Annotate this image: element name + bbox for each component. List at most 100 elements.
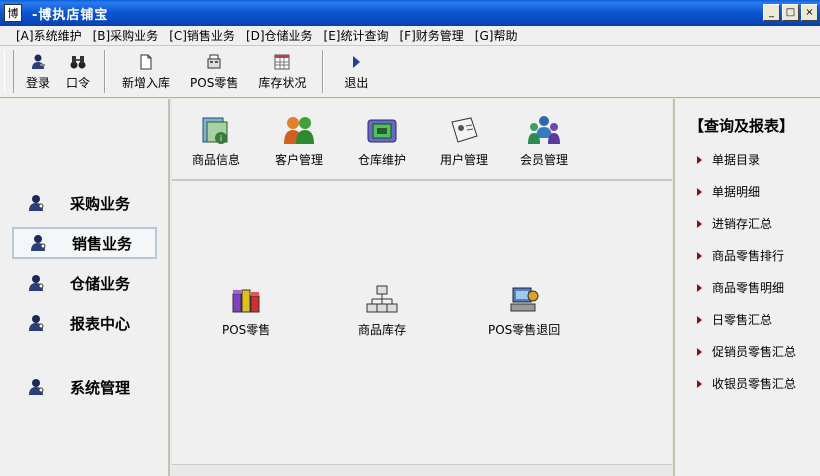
new-document-icon	[137, 53, 155, 71]
user-icon	[26, 377, 46, 397]
reports-panel-title: 【查询及报表】	[689, 117, 795, 135]
window-title: -博执店铺宝	[32, 7, 109, 23]
product-info-label: 商品信息	[192, 153, 241, 167]
customer-mgmt-button[interactable]: 客户管理	[275, 113, 323, 168]
app-icon[interactable]: 博	[4, 4, 22, 22]
user-icon	[26, 273, 46, 293]
app-icon-glyph: 博	[7, 7, 19, 20]
report-link-retail-detail[interactable]: 商品零售明细	[697, 279, 784, 296]
product-stock-label: 商品库存	[358, 323, 407, 337]
member-mgmt-button[interactable]: 会员管理	[520, 113, 568, 168]
title-bar: 博 -博执店铺宝 _ □ ×	[0, 0, 820, 26]
left-nav-panel: 采购业务 销售业务 仓储业务 报表中心 系统管理	[0, 99, 170, 476]
customer-mgmt-label: 客户管理	[275, 153, 324, 167]
report-link-label: 进销存汇总	[712, 217, 773, 231]
report-link-document-detail[interactable]: 单据明细	[697, 183, 760, 200]
report-link-label: 商品零售排行	[712, 249, 785, 263]
pos-sales-button[interactable]: POS零售	[222, 283, 270, 338]
report-link-inventory-summary[interactable]: 进销存汇总	[697, 215, 772, 232]
user-mgmt-button[interactable]: 用户管理	[440, 113, 488, 168]
nav-item-system[interactable]: 系统管理	[12, 371, 157, 403]
user-icon	[26, 313, 46, 333]
password-button[interactable]: 口令	[58, 46, 98, 97]
new-stock-in-label: 新增入库	[122, 75, 171, 90]
pos-sales-label: POS零售	[222, 323, 271, 337]
toolbar-separator	[322, 50, 325, 93]
menu-finance[interactable]: [F]财务管理	[400, 27, 464, 44]
menu-purchase[interactable]: [B]采购业务	[93, 27, 159, 44]
center-bottom-bar	[172, 464, 672, 476]
binoculars-icon	[69, 53, 87, 71]
register-icon	[205, 53, 223, 71]
top-function-bar: i 商品信息 客户管理 仓库维护 用户管理 会员管理	[172, 99, 672, 181]
report-link-document-catalog[interactable]: 单据目录	[697, 151, 760, 168]
minimize-button[interactable]: _	[763, 4, 780, 21]
login-button[interactable]: 登录	[18, 46, 58, 97]
report-link-cashier-retail[interactable]: 收银员零售汇总	[697, 375, 796, 392]
nav-item-label: 仓储业务	[70, 274, 131, 293]
report-link-label: 单据目录	[712, 153, 761, 167]
report-link-promoter-retail[interactable]: 促销员零售汇总	[697, 343, 796, 360]
pos-return-button[interactable]: POS零售退回	[488, 283, 560, 338]
inventory-status-label: 库存状况	[258, 75, 307, 90]
nav-item-purchase[interactable]: 采购业务	[12, 187, 157, 219]
exit-label: 退出	[344, 75, 369, 90]
menu-warehouse[interactable]: [D]仓储业务	[246, 27, 313, 44]
network-icon	[364, 283, 400, 317]
menu-bar: [A]系统维护 [B]采购业务 [C]销售业务 [D]仓储业务 [E]统计查询 …	[0, 26, 820, 46]
new-stock-in-button[interactable]: 新增入库	[112, 46, 180, 97]
maximize-button[interactable]: □	[782, 4, 799, 21]
nav-item-reports[interactable]: 报表中心	[12, 307, 157, 339]
user-icon	[26, 193, 46, 213]
menu-sales[interactable]: [C]销售业务	[169, 27, 235, 44]
gift-boxes-icon	[228, 283, 264, 317]
report-link-label: 促销员零售汇总	[712, 345, 797, 359]
close-button[interactable]: ×	[801, 4, 818, 21]
arrow-right-icon	[697, 155, 702, 164]
report-link-label: 商品零售明细	[712, 281, 785, 295]
pos-sales-toolbar-button[interactable]: POS零售	[180, 46, 248, 97]
arrow-right-icon	[697, 347, 702, 356]
spreadsheet-icon	[273, 53, 291, 71]
svg-text:i: i	[220, 134, 222, 143]
pos-sales-toolbar-label: POS零售	[190, 75, 239, 90]
exit-button[interactable]: 退出	[330, 46, 382, 97]
main-content: i 商品信息 客户管理 仓库维护 用户管理 会员管理 POS零售 商品库存 PO…	[172, 99, 672, 476]
arrow-right-icon	[697, 187, 702, 196]
arrow-right-icon	[697, 283, 702, 292]
user-key-icon	[29, 53, 47, 71]
report-link-label: 单据明细	[712, 185, 761, 199]
toolbar-grip[interactable]	[4, 50, 14, 93]
arrow-right-icon	[697, 315, 702, 324]
warehouse-maint-label: 仓库维护	[358, 153, 407, 167]
login-label: 登录	[26, 75, 51, 90]
id-card-icon	[446, 113, 482, 147]
toolbar: 登录 口令 新增入库 POS零售 库存状况 退出	[0, 46, 820, 98]
product-stock-button[interactable]: 商品库存	[358, 283, 406, 338]
report-link-daily-retail[interactable]: 日零售汇总	[697, 311, 772, 328]
right-reports-panel: 【查询及报表】 单据目录 单据明细 进销存汇总 商品零售排行 商品零售明细 日零…	[673, 99, 820, 476]
arrow-right-icon	[697, 219, 702, 228]
nav-item-label: 报表中心	[70, 314, 131, 333]
report-link-label: 日零售汇总	[712, 313, 773, 327]
member-mgmt-label: 会员管理	[520, 153, 569, 167]
password-label: 口令	[66, 75, 91, 90]
menu-system-maintenance[interactable]: [A]系统维护	[16, 27, 82, 44]
report-link-retail-ranking[interactable]: 商品零售排行	[697, 247, 784, 264]
warehouse-maint-button[interactable]: 仓库维护	[358, 113, 406, 168]
nav-item-label: 销售业务	[72, 234, 133, 253]
nav-item-label: 系统管理	[70, 378, 131, 397]
product-info-button[interactable]: i 商品信息	[192, 113, 240, 168]
user-icon	[28, 233, 48, 253]
nav-item-sales[interactable]: 销售业务	[12, 227, 157, 259]
inventory-status-button[interactable]: 库存状况	[248, 46, 316, 97]
menu-help[interactable]: [G]帮助	[475, 27, 518, 44]
user-mgmt-label: 用户管理	[440, 153, 489, 167]
toolbar-separator	[104, 50, 107, 93]
nav-item-warehouse[interactable]: 仓储业务	[12, 267, 157, 299]
pos-return-label: POS零售退回	[488, 323, 561, 337]
arrow-right-icon	[697, 379, 702, 388]
menu-statistics[interactable]: [E]统计查询	[324, 27, 389, 44]
window-controls: _ □ ×	[763, 4, 818, 21]
computer-return-icon	[506, 283, 542, 317]
